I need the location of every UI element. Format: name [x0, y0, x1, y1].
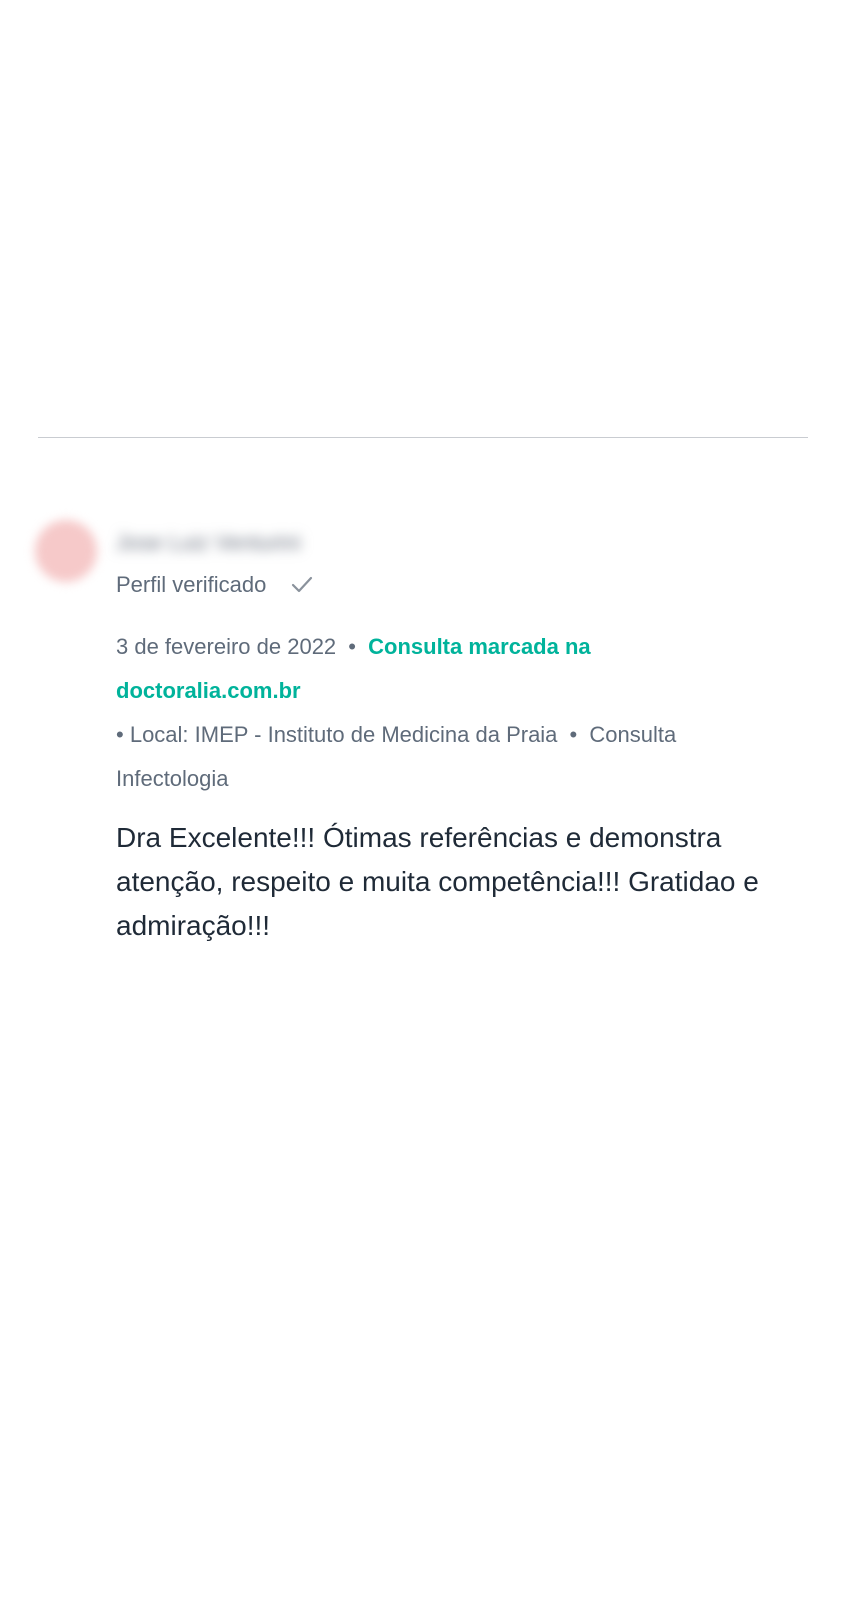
review-text: Dra Excelente!!! Ótimas referências e de…	[116, 822, 759, 941]
review-date: 3 de fevereiro de 2022	[116, 634, 337, 659]
author-name: Jose Luiz Venturini	[116, 530, 301, 555]
review-location: Local: IMEP - Instituto de Medicina da P…	[129, 722, 558, 747]
section-divider	[38, 437, 808, 438]
meta-separator: •	[348, 634, 356, 659]
avatar	[35, 520, 97, 582]
meta-separator: •	[569, 722, 578, 747]
verified-profile: Perfil verificado	[116, 572, 314, 598]
check-icon	[290, 573, 314, 597]
review-meta: 3 de fevereiro de 2022 • Consulta marcad…	[116, 625, 756, 801]
meta-separator: •	[116, 722, 124, 747]
verified-label: Perfil verificado	[116, 572, 267, 597]
